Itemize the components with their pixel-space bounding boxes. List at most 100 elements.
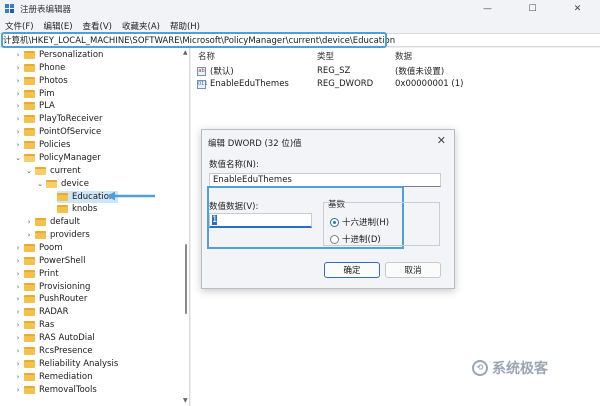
chevron-right-icon[interactable]: › (14, 321, 22, 329)
value-data-label: 数值数据(V): (209, 202, 259, 212)
chevron-down-icon[interactable]: ⌄ (25, 167, 33, 175)
radio-hex[interactable]: 十六进制(H) (330, 216, 389, 228)
scroll-down-icon[interactable]: ▼ (183, 397, 188, 404)
close-button[interactable]: ✕ (555, 0, 600, 18)
scroll-up-icon[interactable]: ▲ (183, 49, 188, 56)
folder-icon (24, 270, 35, 278)
chevron-right-icon[interactable]: › (14, 270, 22, 278)
chevron-right-icon[interactable]: › (25, 218, 33, 226)
tree-item[interactable]: › PowerShell (14, 255, 86, 267)
chevron-right-icon[interactable]: › (14, 51, 22, 59)
tree-item[interactable]: › Provisioning (14, 281, 91, 293)
annotation-arrow-icon (107, 191, 155, 201)
folder-icon (24, 334, 35, 342)
chevron-right-icon[interactable]: › (14, 386, 22, 394)
scroll-thumb[interactable] (185, 244, 187, 314)
dialog-close-icon[interactable]: ✕ (437, 134, 446, 147)
folder-icon (24, 295, 35, 303)
chevron-right-icon[interactable]: › (14, 77, 22, 85)
tree-item[interactable]: › Photos (14, 75, 68, 87)
menu-edit[interactable]: 编辑(E) (39, 20, 78, 32)
tree-item[interactable]: › RemovalTools (14, 384, 97, 396)
value-data-input[interactable]: 1 (209, 213, 312, 228)
column-header-name[interactable]: 名称 (198, 50, 215, 62)
tree-item-knobs[interactable]: knobs (57, 203, 97, 215)
registry-tree: › Personalization › Phone › Photos › Pim › PL… (0, 48, 182, 406)
chevron-right-icon[interactable]: › (14, 360, 22, 368)
chevron-right-icon[interactable]: › (14, 141, 22, 149)
string-value-icon: ab (197, 66, 206, 76)
chevron-right-icon[interactable]: › (14, 283, 22, 291)
folder-icon (24, 347, 35, 355)
tree-scrollbar[interactable]: ▲ ▼ (182, 48, 190, 406)
chevron-right-icon[interactable]: › (14, 347, 22, 355)
menu-help[interactable]: 帮助(H) (165, 20, 205, 32)
tree-item[interactable]: › Reliability Analysis (14, 358, 119, 370)
chevron-down-icon[interactable]: ⌄ (36, 180, 44, 188)
value-row-enableeduthemes[interactable]: 011 EnableEduThemes (197, 78, 289, 90)
tree-item[interactable]: › Ras (14, 319, 55, 331)
tree-item[interactable]: › Poom (14, 242, 63, 254)
maximize-button[interactable]: ☐ (510, 0, 555, 18)
tree-item[interactable]: › providers (25, 229, 90, 241)
chevron-right-icon[interactable]: › (25, 231, 33, 239)
chevron-right-icon[interactable]: › (14, 102, 22, 110)
chevron-right-icon[interactable]: › (14, 64, 22, 72)
chevron-right-icon[interactable]: › (14, 244, 22, 252)
value-name-label: 数值名称(N): (209, 160, 259, 170)
tree-item[interactable]: › PLA (14, 100, 55, 112)
tree-item[interactable]: › Remediation (14, 371, 93, 383)
ok-button[interactable]: 确定 (324, 262, 380, 278)
tree-item-current[interactable]: ⌄ current (25, 165, 81, 177)
tree-item[interactable]: › PointOfService (14, 126, 102, 138)
chevron-down-icon[interactable]: ⌄ (14, 154, 22, 162)
window-title: 注册表编辑器 (20, 5, 72, 15)
tree-item[interactable]: › Policies (14, 139, 71, 151)
folder-icon (24, 386, 35, 394)
minimize-button[interactable]: — (465, 0, 510, 18)
regedit-app-icon (5, 4, 15, 14)
chevron-right-icon[interactable]: › (14, 334, 22, 342)
folder-icon (24, 115, 35, 123)
chevron-right-icon[interactable]: › (14, 308, 22, 316)
chevron-right-icon[interactable]: › (14, 115, 22, 123)
tree-item[interactable]: › Pim (14, 88, 55, 100)
column-header-data[interactable]: 数据 (395, 50, 412, 62)
menu-view[interactable]: 查看(V) (78, 20, 117, 32)
tree-item[interactable]: › RADAR (14, 306, 69, 318)
folder-icon (24, 51, 35, 59)
menu-favorites[interactable]: 收藏夹(A) (117, 20, 165, 32)
folder-icon (24, 360, 35, 368)
value-data-text: 1 (212, 215, 218, 225)
folder-icon (24, 90, 35, 98)
tree-item-policymanager[interactable]: ⌄ PolicyManager (14, 152, 101, 164)
tree-item[interactable]: › PushRouter (14, 293, 88, 305)
tree-item-device[interactable]: ⌄ device (36, 178, 89, 190)
value-row-default[interactable]: ab (默认) (197, 65, 234, 77)
tree-item[interactable]: › PlayToReceiver (14, 113, 103, 125)
watermark-logo-icon: ⟲ (472, 360, 488, 376)
radio-unselected-icon[interactable] (330, 234, 339, 244)
dword-value-icon: 011 (197, 79, 208, 89)
chevron-right-icon[interactable]: › (14, 373, 22, 381)
chevron-right-icon[interactable]: › (14, 128, 22, 136)
tree-item[interactable]: › RAS AutoDial (14, 332, 95, 344)
cancel-button[interactable]: 取消 (385, 262, 441, 278)
folder-icon (57, 193, 68, 201)
tree-item[interactable]: › Personalization (14, 49, 104, 61)
column-header-type[interactable]: 类型 (317, 50, 334, 62)
folder-icon (57, 205, 68, 213)
tree-item[interactable]: › Phone (14, 62, 66, 74)
chevron-right-icon[interactable]: › (14, 257, 22, 265)
tree-item[interactable]: › RcsPresence (14, 345, 93, 357)
radio-selected-icon[interactable] (330, 217, 339, 227)
chevron-right-icon[interactable]: › (14, 90, 22, 98)
tree-item[interactable]: › Print (14, 268, 59, 280)
watermark-text: 系统极客 (492, 361, 548, 377)
menu-file[interactable]: 文件(F) (0, 20, 39, 32)
radio-decimal[interactable]: 十进制(D) (330, 233, 381, 245)
watermark: ⟲ 系统极客 (472, 358, 548, 378)
folder-icon (35, 231, 46, 239)
tree-item[interactable]: › default (25, 216, 80, 228)
chevron-right-icon[interactable]: › (14, 295, 22, 303)
